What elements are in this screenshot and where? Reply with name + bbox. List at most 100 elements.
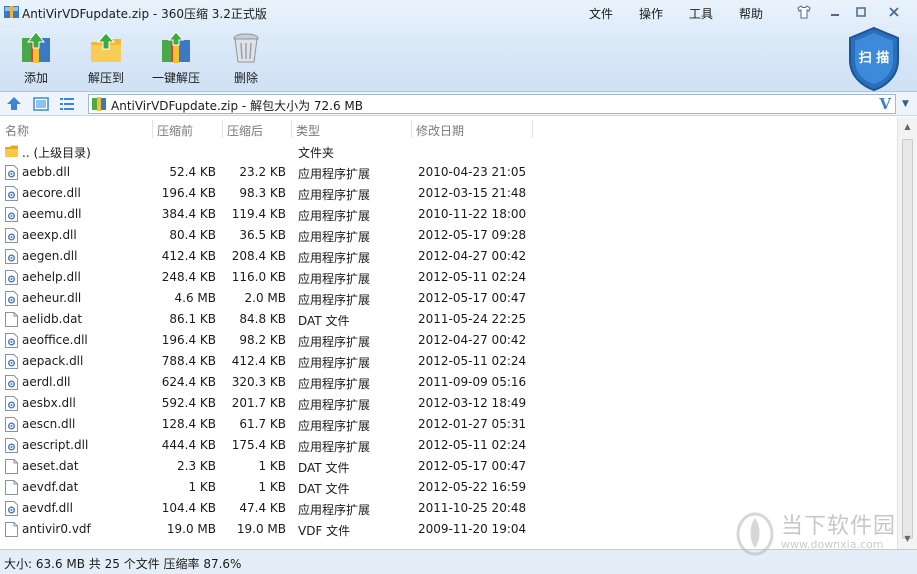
- column-size[interactable]: 压缩前: [157, 122, 193, 139]
- dll-icon: [5, 186, 18, 201]
- extract-folder-icon: [91, 32, 121, 62]
- file-packed-size: 119.4 KB: [231, 207, 286, 221]
- thumbnail-view-icon[interactable]: [33, 96, 49, 112]
- file-size: 384.4 KB: [161, 207, 216, 221]
- address-dropdown-button[interactable]: ▼: [896, 94, 915, 114]
- column-divider[interactable]: [152, 120, 153, 138]
- file-type: DAT 文件: [298, 482, 350, 496]
- file-packed-size: 61.7 KB: [239, 417, 286, 431]
- column-divider[interactable]: [291, 120, 292, 138]
- scroll-up-icon[interactable]: ▲: [901, 121, 914, 133]
- file-size: 104.4 KB: [161, 501, 216, 515]
- maximize-button[interactable]: [848, 2, 874, 22]
- file-name: aevdf.dat: [22, 480, 79, 494]
- file-row[interactable]: aeexp.dll 80.4 KB 36.5 KB 应用程序扩展 2012-05-17 …: [0, 225, 897, 246]
- scan-button[interactable]: 扫 描: [846, 26, 902, 92]
- file-list: 名称 压缩前 压缩后 类型 修改日期 .. (上级目录) 文件夹 aebb.dll 5…: [0, 117, 897, 549]
- file-type: 文件夹: [298, 146, 335, 160]
- dll-icon: [5, 417, 18, 432]
- file-type: DAT 文件: [298, 461, 350, 475]
- file-packed-size: 84.8 KB: [239, 312, 286, 326]
- menu-operation[interactable]: 操作: [639, 5, 663, 22]
- file-size: 624.4 KB: [161, 375, 216, 389]
- file-name: aelidb.dat: [22, 312, 83, 326]
- skin-shirt-icon[interactable]: [796, 4, 812, 20]
- file-row[interactable]: aeheur.dll 4.6 MB 2.0 MB 应用程序扩展 2012-05-17 0…: [0, 288, 897, 309]
- file-icon: [5, 522, 18, 537]
- file-row[interactable]: aeemu.dll 384.4 KB 119.4 KB 应用程序扩展 2010-11-2…: [0, 204, 897, 225]
- address-bar: AntiVirVDFupdate.zip - 解包大小为 72.6 MB V ▼: [0, 92, 917, 116]
- file-icon: [5, 459, 18, 474]
- one-click-extract-icon: [162, 31, 190, 63]
- file-row[interactable]: .. (上级目录) 文件夹: [0, 141, 897, 162]
- file-name: aeheur.dll: [22, 291, 82, 305]
- file-date: 2012-04-27 00:42: [418, 249, 527, 263]
- column-divider[interactable]: [411, 120, 412, 138]
- file-packed-size: 1 KB: [258, 480, 286, 494]
- dll-icon: [5, 354, 18, 369]
- avira-logo: V: [879, 95, 891, 113]
- maximize-icon: [856, 7, 866, 17]
- up-arrow-icon[interactable]: [6, 96, 22, 112]
- file-row[interactable]: aehelp.dll 248.4 KB 116.0 KB 应用程序扩展 2012-05-…: [0, 267, 897, 288]
- file-packed-size: 36.5 KB: [239, 228, 286, 242]
- file-size: 86.1 KB: [169, 312, 216, 326]
- file-row[interactable]: aerdl.dll 624.4 KB 320.3 KB 应用程序扩展 2011-09-0…: [0, 372, 897, 393]
- file-name: .. (上级目录): [22, 146, 91, 160]
- file-row[interactable]: aesbx.dll 592.4 KB 201.7 KB 应用程序扩展 2012-03-1…: [0, 393, 897, 414]
- file-row[interactable]: aevdf.dat 1 KB 1 KB DAT 文件 2012-05-22 16:59: [0, 477, 897, 498]
- file-row[interactable]: aeoffice.dll 196.4 KB 98.2 KB 应用程序扩展 2012-04…: [0, 330, 897, 351]
- file-type: 应用程序扩展: [298, 188, 371, 202]
- close-button[interactable]: [874, 2, 914, 22]
- column-type[interactable]: 类型: [296, 122, 320, 139]
- column-name[interactable]: 名称: [5, 122, 29, 139]
- status-text: 大小: 63.6 MB 共 25 个文件 压缩率 87.6%: [4, 557, 242, 571]
- file-date: 2012-05-22 16:59: [418, 480, 527, 494]
- file-type: 应用程序扩展: [298, 503, 371, 517]
- file-row[interactable]: aepack.dll 788.4 KB 412.4 KB 应用程序扩展 2012-05-…: [0, 351, 897, 372]
- extract-to-button[interactable]: 解压到: [76, 30, 136, 88]
- column-divider[interactable]: [532, 120, 533, 138]
- file-type: 应用程序扩展: [298, 419, 371, 433]
- file-name: aeoffice.dll: [22, 333, 88, 347]
- one-click-extract-button[interactable]: 一键解压: [146, 30, 206, 88]
- address-field[interactable]: AntiVirVDFupdate.zip - 解包大小为 72.6 MB V: [88, 94, 896, 114]
- file-row[interactable]: aeset.dat 2.3 KB 1 KB DAT 文件 2012-05-17 00:4…: [0, 456, 897, 477]
- column-date[interactable]: 修改日期: [416, 122, 464, 139]
- file-name: aeemu.dll: [22, 207, 82, 221]
- add-label: 添加: [23, 71, 48, 85]
- scroll-thumb[interactable]: [902, 139, 913, 539]
- address-path: AntiVirVDFupdate.zip - 解包大小为 72.6 MB: [111, 99, 364, 113]
- list-view-icon[interactable]: [59, 96, 75, 112]
- file-date: 2012-05-11 02:24: [418, 438, 527, 452]
- delete-button[interactable]: 删除: [216, 30, 276, 88]
- menu-help[interactable]: 帮助: [739, 5, 763, 22]
- minimize-button[interactable]: [822, 2, 848, 22]
- file-row[interactable]: aebb.dll 52.4 KB 23.2 KB 应用程序扩展 2010-04-23 2…: [0, 162, 897, 183]
- menu-file[interactable]: 文件: [589, 5, 613, 22]
- extract-to-label: 解压到: [87, 71, 124, 85]
- file-row[interactable]: aelidb.dat 86.1 KB 84.8 KB DAT 文件 2011-05-24…: [0, 309, 897, 330]
- file-row[interactable]: aescn.dll 128.4 KB 61.7 KB 应用程序扩展 2012-01-27…: [0, 414, 897, 435]
- file-row[interactable]: aegen.dll 412.4 KB 208.4 KB 应用程序扩展 2012-04-2…: [0, 246, 897, 267]
- column-divider[interactable]: [222, 120, 223, 138]
- file-packed-size: 320.3 KB: [231, 375, 286, 389]
- file-packed-size: 201.7 KB: [231, 396, 286, 410]
- file-packed-size: 175.4 KB: [231, 438, 286, 452]
- file-type: 应用程序扩展: [298, 293, 371, 307]
- file-size: 196.4 KB: [161, 333, 216, 347]
- dll-icon: [5, 270, 18, 285]
- vertical-scrollbar[interactable]: ▲ ▼: [897, 117, 917, 549]
- file-row[interactable]: aescript.dll 444.4 KB 175.4 KB 应用程序扩展 2012-0…: [0, 435, 897, 456]
- column-packed[interactable]: 压缩后: [227, 122, 263, 139]
- chevron-down-icon: ▼: [902, 99, 909, 109]
- file-size: 128.4 KB: [161, 417, 216, 431]
- file-icon: [5, 480, 18, 495]
- file-row[interactable]: aecore.dll 196.4 KB 98.3 KB 应用程序扩展 2012-03-1…: [0, 183, 897, 204]
- file-date: 2012-01-27 05:31: [418, 417, 527, 431]
- file-size: 52.4 KB: [169, 165, 216, 179]
- file-type: 应用程序扩展: [298, 356, 371, 370]
- file-name: aegen.dll: [22, 249, 78, 263]
- menu-tools[interactable]: 工具: [689, 5, 713, 22]
- add-button[interactable]: 添加: [6, 30, 66, 88]
